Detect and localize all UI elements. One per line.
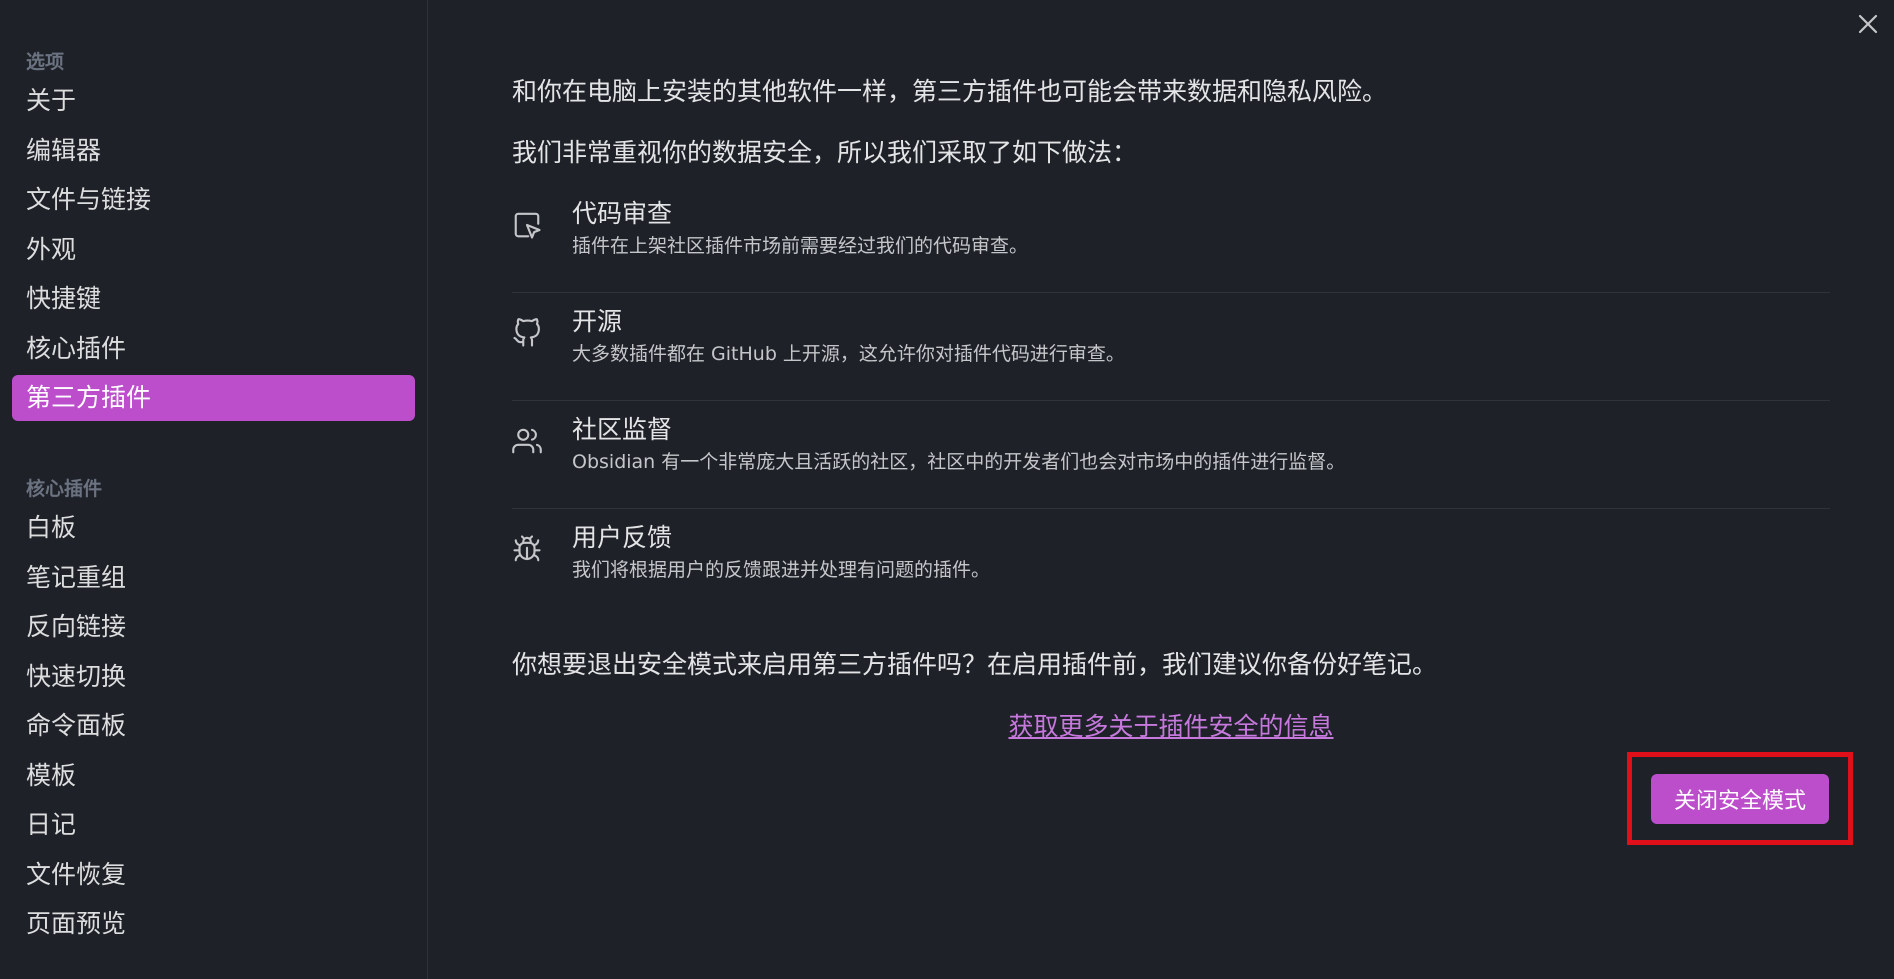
- feature-title: 用户反馈: [572, 523, 673, 552]
- sidebar-item-quick-switcher[interactable]: 快速切换: [12, 654, 415, 700]
- learn-more-link[interactable]: 获取更多关于插件安全的信息: [512, 707, 1830, 743]
- code-review-icon: [512, 197, 572, 239]
- turn-off-safe-mode-button[interactable]: 关闭安全模式: [1651, 773, 1829, 824]
- settings-sidebar: 选项 关于 编辑器 文件与链接 外观 快捷键 核心插件 第三方插件 核心插件 白…: [0, 0, 428, 979]
- github-icon: [512, 305, 572, 347]
- highlight-box: 关闭安全模式: [1627, 752, 1853, 845]
- sidebar-item-appearance[interactable]: 外观: [12, 227, 415, 273]
- feature-community-oversight: 社区监督 Obsidian 有一个非常庞大且活跃的社区，社区中的开发者们也会对市…: [512, 401, 1830, 509]
- feature-user-feedback-text: 用户反馈 我们将根据用户的反馈跟进并处理有问题的插件。: [572, 521, 990, 585]
- users-icon: [512, 413, 572, 454]
- feature-description: Obsidian 有一个非常庞大且活跃的社区，社区中的开发者们也会对市场中的插件…: [572, 451, 1346, 473]
- sidebar-item-about[interactable]: 关于: [12, 78, 415, 124]
- feature-code-review: 代码审查 插件在上架社区插件市场前需要经过我们的代码审查。: [512, 185, 1830, 293]
- sidebar-section-options: 选项: [26, 51, 65, 73]
- feature-title: 开源: [572, 307, 623, 336]
- bug-icon: [512, 521, 572, 562]
- feature-title: 代码审查: [572, 199, 673, 228]
- sidebar-item-daily-notes[interactable]: 日记: [12, 802, 415, 848]
- feature-description: 我们将根据用户的反馈跟进并处理有问题的插件。: [572, 559, 991, 581]
- close-button[interactable]: [1852, 8, 1884, 40]
- settings-content: 和你在电脑上安装的其他软件一样，第三方插件也可能会带来数据和隐私风险。 我们非常…: [428, 0, 1894, 979]
- feature-open-source: 开源 大多数插件都在 GitHub 上开源，这允许你对插件代码进行审查。: [512, 293, 1830, 401]
- close-icon: [1858, 14, 1878, 34]
- sidebar-item-page-preview[interactable]: 页面预览: [12, 901, 415, 947]
- sidebar-item-core-plugins[interactable]: 核心插件: [12, 326, 415, 372]
- safe-mode-notice: 和你在电脑上安装的其他软件一样，第三方插件也可能会带来数据和隐私风险。 我们非常…: [512, 74, 1830, 743]
- feature-community-oversight-text: 社区监督 Obsidian 有一个非常庞大且活跃的社区，社区中的开发者们也会对市…: [572, 413, 1345, 477]
- sidebar-item-community-plugins[interactable]: 第三方插件: [12, 375, 415, 421]
- safety-measures-list: 代码审查 插件在上架社区插件市场前需要经过我们的代码审查。 开源 大多数插件都在…: [512, 185, 1830, 617]
- settings-window: 选项 关于 编辑器 文件与链接 外观 快捷键 核心插件 第三方插件 核心插件 白…: [0, 0, 1894, 979]
- intro-text-risk: 和你在电脑上安装的其他软件一样，第三方插件也可能会带来数据和隐私风险。: [512, 77, 1388, 106]
- feature-code-review-text: 代码审查 插件在上架社区插件市场前需要经过我们的代码审查。: [572, 197, 1028, 261]
- sidebar-item-templates[interactable]: 模板: [12, 753, 415, 799]
- feature-title: 社区监督: [572, 415, 673, 444]
- sidebar-section-core-plugins: 核心插件: [26, 478, 103, 500]
- exit-safe-mode-question: 你想要退出安全模式来启用第三方插件吗？在启用插件前，我们建议你备份好笔记。: [512, 650, 1438, 679]
- sidebar-item-command-palette[interactable]: 命令面板: [12, 703, 415, 749]
- feature-user-feedback: 用户反馈 我们将根据用户的反馈跟进并处理有问题的插件。: [512, 509, 1830, 617]
- intro-text-measures: 我们非常重视你的数据安全，所以我们采取了如下做法：: [512, 138, 1138, 167]
- sidebar-item-backlinks[interactable]: 反向链接: [12, 604, 415, 650]
- feature-description: 插件在上架社区插件市场前需要经过我们的代码审查。: [572, 235, 1029, 257]
- sidebar-item-file-recovery[interactable]: 文件恢复: [12, 852, 415, 898]
- feature-description: 大多数插件都在 GitHub 上开源，这允许你对插件代码进行审查。: [572, 343, 1125, 365]
- feature-open-source-text: 开源 大多数插件都在 GitHub 上开源，这允许你对插件代码进行审查。: [572, 305, 1125, 369]
- sidebar-item-files-links[interactable]: 文件与链接: [12, 177, 415, 223]
- sidebar-item-note-composer[interactable]: 笔记重组: [12, 555, 415, 601]
- sidebar-item-editor[interactable]: 编辑器: [12, 128, 415, 174]
- sidebar-item-canvas[interactable]: 白板: [12, 505, 415, 551]
- sidebar-item-hotkeys[interactable]: 快捷键: [12, 276, 415, 322]
